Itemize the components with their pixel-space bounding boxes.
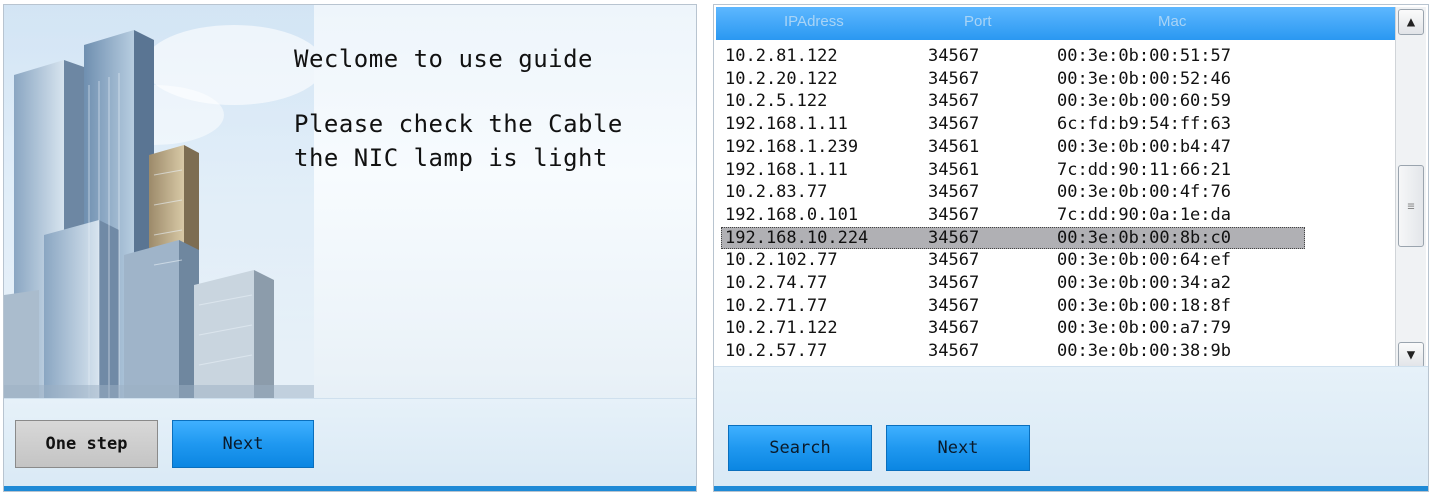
cell-mac: 00:3e:0b:00:4f:76 [1057, 182, 1231, 203]
cell-port: 34567 [928, 318, 980, 339]
cell-mac: 7c:dd:90:11:66:21 [1057, 159, 1231, 180]
welcome-guide-panel: Weclome to use guide Please check the Ca… [3, 4, 697, 492]
cell-ip: 10.2.71.77 [725, 295, 828, 316]
cell-mac: 6c:fd:b9:54:ff:63 [1057, 114, 1231, 135]
table-row[interactable]: 10.2.5.122 34567 00:3e:0b:00:60:59 [716, 90, 1396, 112]
cell-mac: 00:3e:0b:00:8b:c0 [1057, 227, 1231, 248]
cell-ip: 10.2.71.122 [725, 318, 838, 339]
cell-mac: 00:3e:0b:00:60:59 [1057, 91, 1231, 112]
cell-ip: 10.2.74.77 [725, 273, 828, 293]
table-row[interactable]: 10.2.83.77 34567 00:3e:0b:00:4f:76 [716, 181, 1396, 203]
cell-port: 34567 [928, 273, 980, 293]
table-row[interactable]: 10.2.81.122 34567 00:3e:0b:00:51:57 [716, 45, 1396, 67]
cell-port: 34567 [928, 204, 980, 225]
cell-mac: 00:3e:0b:00:a7:79 [1057, 318, 1231, 339]
check-cable-text: Please check the Cable [294, 110, 623, 138]
cell-port: 34567 [928, 341, 980, 362]
cell-mac: 00:3e:0b:00:52:46 [1057, 68, 1231, 89]
table-row[interactable]: 10.2.71.77 34567 00:3e:0b:00:18:8f [716, 295, 1396, 317]
vertical-scrollbar[interactable]: ▲ ≡ ▼ [1395, 7, 1426, 370]
table-row[interactable]: 10.2.57.77 34567 00:3e:0b:00:38:9b [716, 340, 1396, 362]
table-row[interactable]: 10.2.74.77 34567 00:3e:0b:00:34:a2 [716, 272, 1396, 294]
table-row[interactable]: 10.2.102.77 34567 00:3e:0b:00:64:ef [716, 249, 1396, 271]
cell-mac: 00:3e:0b:00:38:9b [1057, 341, 1231, 362]
cell-ip: 10.2.81.122 [725, 46, 838, 66]
cell-ip: 192.168.1.239 [725, 136, 859, 157]
city-buildings-illustration [4, 5, 314, 405]
chevron-down-icon[interactable]: ▼ [1398, 342, 1424, 368]
cell-mac: 00:3e:0b:00:b4:47 [1057, 136, 1231, 157]
table-row[interactable]: 192.168.1.11 34567 6c:fd:b9:54:ff:63 [716, 113, 1396, 135]
one-step-button[interactable]: One step [15, 420, 158, 468]
scrollbar-thumb[interactable]: ≡ [1398, 165, 1424, 247]
cell-port: 34567 [928, 114, 980, 135]
table-row-selected[interactable]: 192.168.10.224 34567 00:3e:0b:00:8b:c0 [716, 226, 1396, 249]
cell-ip: 192.168.1.11 [725, 114, 848, 135]
cell-ip: 10.2.83.77 [725, 182, 828, 203]
cell-ip: 192.168.0.101 [725, 204, 859, 225]
cell-mac: 00:3e:0b:00:34:a2 [1057, 273, 1231, 293]
grip-lines-icon: ≡ [1407, 199, 1415, 213]
left-next-button[interactable]: Next [172, 420, 314, 468]
cell-port: 34567 [928, 91, 980, 112]
nic-lamp-text: the NIC lamp is light [294, 144, 608, 172]
table-row[interactable]: 10.2.71.122 34567 00:3e:0b:00:a7:79 [716, 317, 1396, 339]
table-header: IPAdress Port Mac [716, 7, 1396, 40]
cell-port: 34567 [928, 295, 980, 316]
cell-ip: 10.2.57.77 [725, 341, 828, 362]
right-next-button[interactable]: Next [886, 425, 1030, 471]
cell-port: 34567 [928, 68, 980, 89]
device-search-panel: IPAdress Port Mac 10.2.81.122 34567 00:3e:… [713, 4, 1429, 492]
table-row[interactable]: 192.168.1.239 34561 00:3e:0b:00:b4:47 [716, 136, 1396, 158]
cell-port: 34567 [928, 250, 980, 271]
device-list[interactable]: 10.2.81.122 34567 00:3e:0b:00:51:57 10.2.20… [716, 40, 1396, 370]
cell-ip: 192.168.10.224 [725, 227, 869, 248]
cell-mac: 7c:dd:90:0a:1e:da [1057, 204, 1231, 225]
right-accent-line [714, 486, 1428, 491]
table-row[interactable]: 10.2.20.122 34567 00:3e:0b:00:52:46 [716, 68, 1396, 90]
cell-ip: 192.168.1.11 [725, 159, 848, 180]
column-header-ip: IPAdress [784, 13, 844, 30]
cell-ip: 10.2.102.77 [725, 250, 838, 271]
cell-port: 34567 [928, 46, 980, 66]
welcome-title: Weclome to use guide [294, 45, 593, 73]
left-accent-line [4, 486, 696, 491]
chevron-up-icon[interactable]: ▲ [1398, 9, 1424, 35]
cell-ip: 10.2.20.122 [725, 68, 838, 89]
cell-ip: 10.2.5.122 [725, 91, 828, 112]
cell-port: 34567 [928, 182, 980, 203]
cell-mac: 00:3e:0b:00:51:57 [1057, 46, 1231, 66]
column-header-mac: Mac [1158, 13, 1187, 30]
column-header-port: Port [964, 13, 992, 30]
cell-port: 34561 [928, 159, 980, 180]
cell-port: 34561 [928, 136, 980, 157]
cell-mac: 00:3e:0b:00:18:8f [1057, 295, 1231, 316]
table-row[interactable]: 192.168.0.101 34567 7c:dd:90:0a:1e:da [716, 204, 1396, 226]
cell-port: 34567 [928, 227, 980, 248]
table-row[interactable]: 192.168.1.11 34561 7c:dd:90:11:66:21 [716, 159, 1396, 181]
search-button[interactable]: Search [728, 425, 872, 471]
cell-mac: 00:3e:0b:00:64:ef [1057, 250, 1231, 271]
